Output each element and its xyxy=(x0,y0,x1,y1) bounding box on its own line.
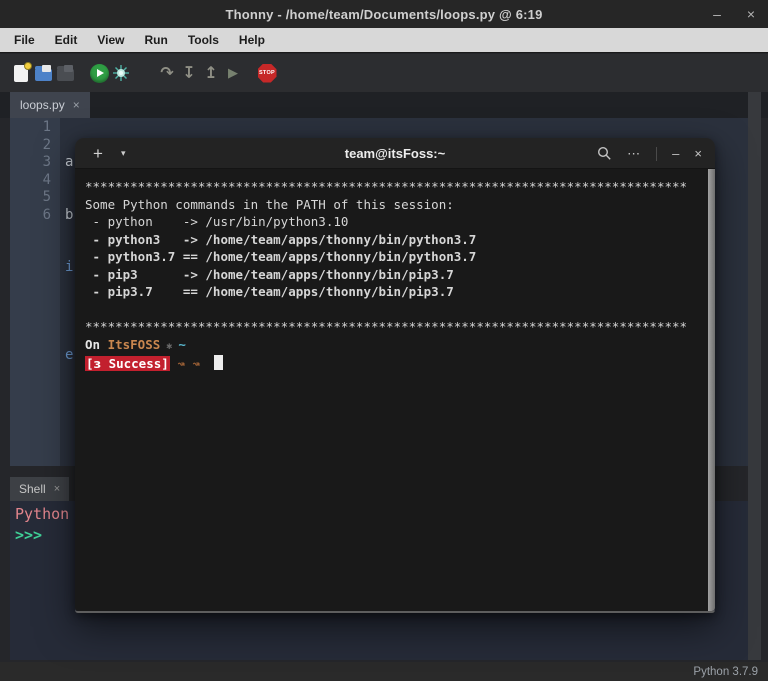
editor-tabbar: loops.py × xyxy=(0,92,768,118)
thonny-window: Thonny - /home/team/Documents/loops.py @… xyxy=(0,0,768,681)
terminal-minimize-button[interactable]: – xyxy=(672,146,679,161)
close-button[interactable]: × xyxy=(742,6,760,22)
menu-tools[interactable]: Tools xyxy=(178,28,229,52)
tab-close-icon[interactable]: × xyxy=(73,98,80,112)
tab-shell[interactable]: Shell × xyxy=(10,477,69,501)
titlebar: Thonny - /home/team/Documents/loops.py @… xyxy=(0,0,768,28)
run-icon xyxy=(90,64,109,83)
prompt-on-word: On xyxy=(85,337,108,352)
toolbar: ↷ ↧ ↥ ▶ STOP xyxy=(0,54,768,92)
menubar: File Edit View Run Tools Help xyxy=(0,28,768,53)
menu-edit[interactable]: Edit xyxy=(45,28,88,52)
step-over-icon: ↷ xyxy=(160,65,173,81)
terminal-stars-line: ****************************************… xyxy=(85,318,701,336)
menu-file[interactable]: File xyxy=(4,28,45,52)
shell-tab-close-icon[interactable]: × xyxy=(54,483,60,495)
window-controls: – × xyxy=(708,0,760,28)
menu-view[interactable]: View xyxy=(87,28,134,52)
step-out-icon: ↥ xyxy=(204,65,217,81)
resume-icon: ▶ xyxy=(228,67,238,80)
prompt-path: ~ xyxy=(178,337,186,352)
stop-button[interactable]: STOP xyxy=(256,61,278,85)
shell-tab-label: Shell xyxy=(19,482,46,496)
terminal-body[interactable]: ****************************************… xyxy=(75,169,715,611)
statusbar: Python 3.7.9 xyxy=(0,662,768,681)
debug-bug-icon xyxy=(112,64,130,82)
terminal-scrollbar[interactable] xyxy=(708,169,715,611)
new-file-icon xyxy=(14,65,28,82)
terminal-window: + ▾ team@itsFoss:~ ⋯ – × ***************… xyxy=(75,138,715,613)
terminal-cursor xyxy=(214,355,223,370)
terminal-menu-icon[interactable]: ⋯ xyxy=(627,146,641,162)
prompt-line-context: On ItsFOSS ✱ ~ xyxy=(85,336,701,356)
terminal-close-button[interactable]: × xyxy=(694,146,702,161)
editor-scrollbar[interactable] xyxy=(748,92,761,660)
python-version-label[interactable]: Python 3.7.9 xyxy=(693,666,758,678)
terminal-header[interactable]: + ▾ team@itsFoss:~ ⋯ – × xyxy=(75,138,715,169)
terminal-path-row: - pip3 -> /home/team/apps/thonny/bin/pip… xyxy=(85,266,701,284)
step-into-icon: ↧ xyxy=(182,65,195,81)
stop-sign-icon: STOP xyxy=(258,64,277,83)
prompt-separator-icon: ✱ xyxy=(160,341,178,352)
step-out-button[interactable]: ↥ xyxy=(200,61,222,85)
prompt-line-status: [ɜ Success] ↝ ↝ xyxy=(85,355,701,373)
debug-script-button[interactable] xyxy=(110,61,132,85)
menu-run[interactable]: Run xyxy=(134,28,177,52)
terminal-dropdown-icon[interactable]: ▾ xyxy=(121,148,126,159)
terminal-path-row: - python -> /usr/bin/python3.10 xyxy=(85,213,701,231)
open-folder-icon xyxy=(35,69,52,81)
step-over-button[interactable]: ↷ xyxy=(156,61,178,85)
terminal-search-icon[interactable] xyxy=(597,146,612,161)
menu-help[interactable]: Help xyxy=(229,28,275,52)
open-file-button[interactable] xyxy=(32,61,54,85)
save-icon xyxy=(57,69,74,81)
terminal-blank-line xyxy=(85,301,701,319)
terminal-heading: Some Python commands in the PATH of this… xyxy=(85,196,701,214)
tab-label: loops.py xyxy=(20,98,65,112)
prompt-arrows: ↝ ↝ xyxy=(170,356,200,371)
terminal-path-row: - python3 -> /home/team/apps/thonny/bin/… xyxy=(85,231,701,249)
terminal-path-row: - pip3.7 == /home/team/apps/thonny/bin/p… xyxy=(85,283,701,301)
resume-button[interactable]: ▶ xyxy=(222,61,244,85)
prompt-hostname: ItsFOSS xyxy=(108,337,161,352)
new-file-button[interactable] xyxy=(10,61,32,85)
save-file-button[interactable] xyxy=(54,61,76,85)
tab-loops-py[interactable]: loops.py × xyxy=(10,92,90,118)
new-terminal-tab-button[interactable]: + xyxy=(93,145,103,162)
window-title: Thonny - /home/team/Documents/loops.py @… xyxy=(225,7,542,22)
run-script-button[interactable] xyxy=(88,61,110,85)
terminal-path-row: - python3.7 == /home/team/apps/thonny/bi… xyxy=(85,248,701,266)
terminal-header-divider xyxy=(656,147,657,161)
line-number-gutter: 1 2 3 4 5 6 xyxy=(10,118,60,466)
minimize-button[interactable]: – xyxy=(708,6,726,22)
prompt-success-badge: [ɜ Success] xyxy=(85,356,170,371)
terminal-stars-line: ****************************************… xyxy=(85,178,701,196)
step-into-button[interactable]: ↧ xyxy=(178,61,200,85)
